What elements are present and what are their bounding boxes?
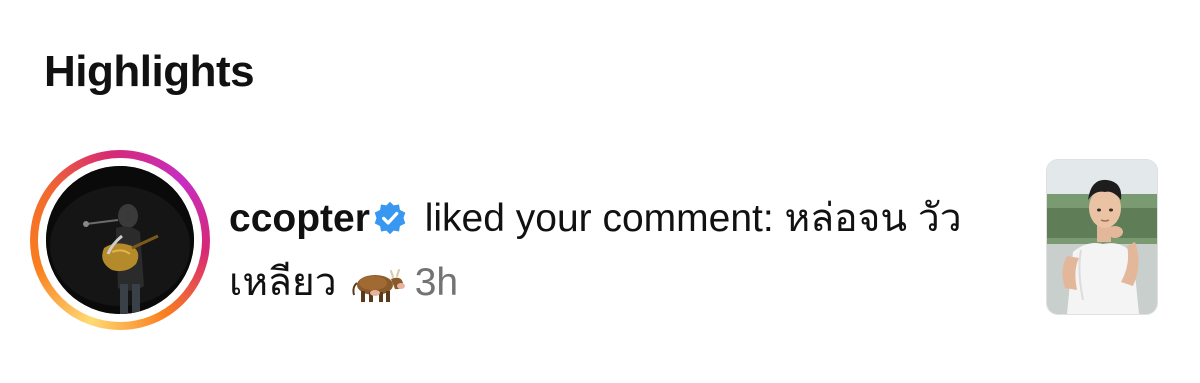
timestamp: 3h xyxy=(414,261,459,304)
story-ring[interactable] xyxy=(30,150,210,330)
section-title: Highlights xyxy=(44,47,255,96)
username-link[interactable]: ccopter xyxy=(229,197,370,240)
verified-badge-icon xyxy=(374,201,406,235)
post-photo-icon xyxy=(1047,160,1157,314)
notification-text[interactable]: ccopter liked your comment: หล่อจน วัวเห… xyxy=(229,187,1009,315)
avatar-photo-icon xyxy=(46,166,194,314)
cow-emoji-icon xyxy=(352,269,405,302)
avatar[interactable] xyxy=(46,166,194,314)
notification-row[interactable]: ccopter liked your comment: หล่อจน วัวเห… xyxy=(0,140,1200,340)
post-thumbnail[interactable] xyxy=(1046,159,1158,315)
